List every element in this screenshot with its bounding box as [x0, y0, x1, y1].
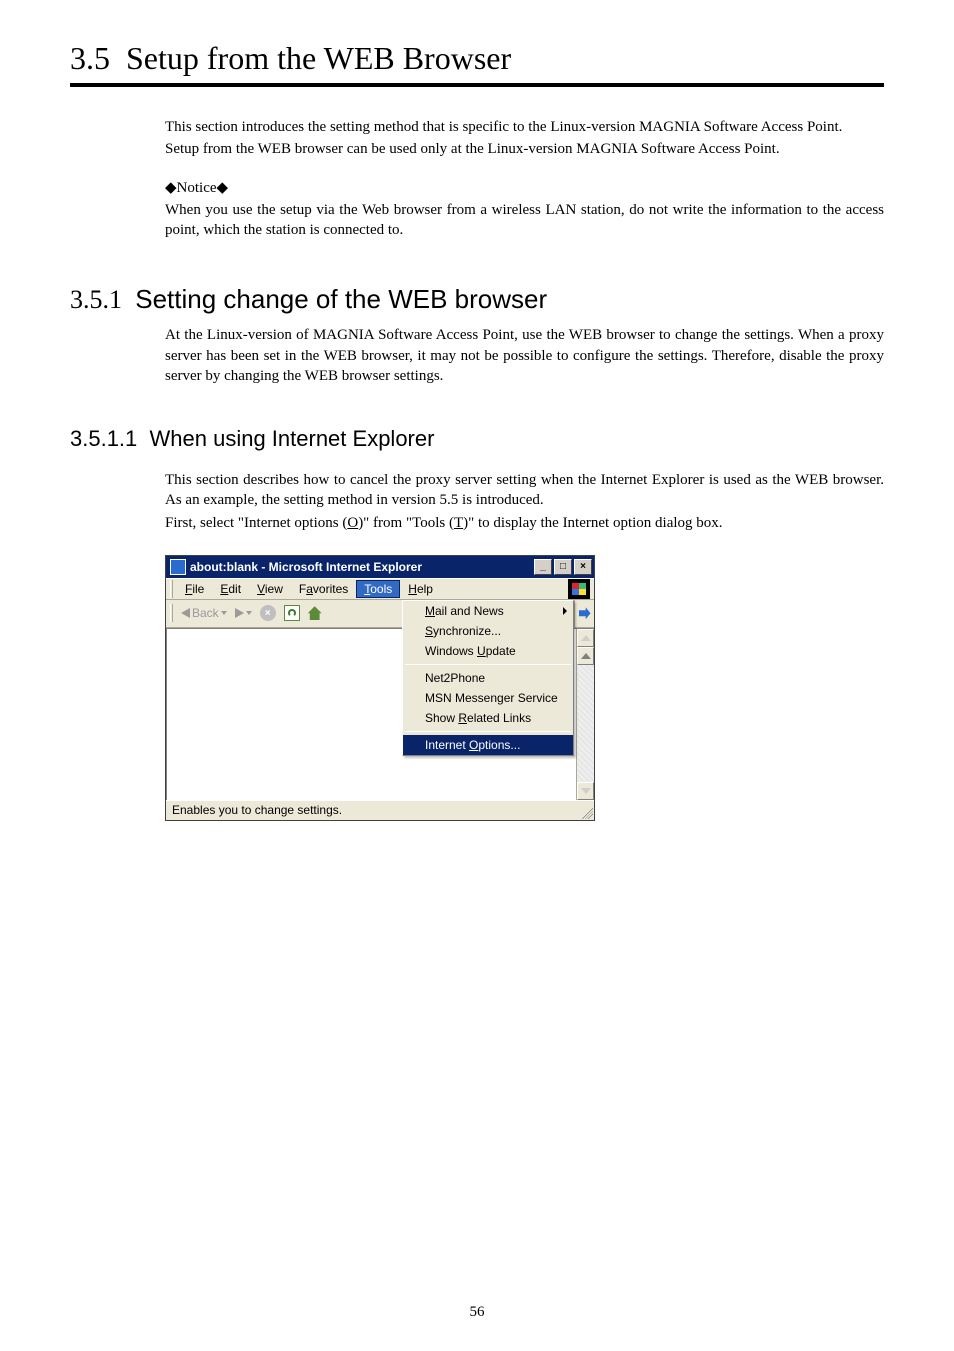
subsection-number: 3.5.1 [70, 285, 122, 314]
ie-titlebar[interactable]: about:blank - Microsoft Internet Explore… [166, 556, 594, 578]
subsubsection-3-5-1-1: 3.5.1.1 When using Internet Explorer [70, 426, 884, 452]
intro-p2: Setup from the WEB browser can be used o… [165, 139, 884, 159]
sub1-p1: At the Linux-version of MAGNIA Software … [165, 325, 884, 386]
arrow-left-icon [181, 608, 190, 618]
toolbar-grip-icon[interactable] [170, 604, 173, 622]
chevron-down-icon [221, 611, 227, 615]
sub2-body: This section describes how to cancel the… [165, 470, 884, 533]
triangle-down-icon [581, 788, 591, 794]
sub1-body: At the Linux-version of MAGNIA Software … [165, 325, 884, 386]
ie-statusbar: Enables you to change settings. [166, 800, 594, 820]
subsection-3-5-1: 3.5.1 Setting change of the WEB browser [70, 284, 884, 315]
back-label: Back [192, 606, 219, 620]
scroll-down-button[interactable] [577, 782, 594, 800]
vertical-scrollbar[interactable] [576, 629, 594, 800]
menu-edit[interactable]: Edit [212, 580, 249, 598]
menu-favorites[interactable]: Favorites [291, 580, 356, 598]
go-button[interactable] [574, 600, 594, 627]
arrow-right-icon [235, 608, 244, 618]
windows-flag-icon [572, 583, 586, 595]
ie-toolbar: Back × Mail and News [166, 600, 594, 628]
subsubsection-heading-text: When using Internet Explorer [150, 426, 435, 451]
chevron-down-icon [246, 611, 252, 615]
menu-msn-messenger[interactable]: MSN Messenger Service [403, 688, 573, 708]
menu-separator [405, 664, 571, 665]
menu-help[interactable]: Help [400, 580, 441, 598]
subsubsection-number: 3.5.1.1 [70, 426, 137, 451]
triangle-up-icon [581, 635, 591, 641]
scroll-up-button-2[interactable] [577, 647, 594, 665]
ie-title-text: about:blank - Microsoft Internet Explore… [190, 560, 534, 574]
stop-icon: × [260, 605, 276, 621]
tools-dropdown: Mail and News Synchronize... Windows Upd… [402, 600, 574, 756]
refresh-icon [284, 605, 300, 621]
menu-synchronize[interactable]: Synchronize... [403, 621, 573, 641]
submenu-caret-icon [563, 607, 567, 615]
menu-tools[interactable]: Tools [356, 580, 400, 598]
menu-mail-and-news[interactable]: Mail and News [403, 601, 573, 621]
home-button[interactable] [304, 606, 326, 620]
ie-window: about:blank - Microsoft Internet Explore… [165, 555, 595, 821]
home-icon [308, 606, 322, 620]
menu-net2phone[interactable]: Net2Phone [403, 668, 573, 688]
intro-block: This section introduces the setting meth… [165, 117, 884, 240]
menu-windows-update[interactable]: Windows Update [403, 641, 573, 661]
subsection-heading-text: Setting change of the WEB browser [135, 284, 547, 314]
triangle-up-icon [581, 653, 591, 659]
close-button[interactable]: × [574, 559, 592, 575]
sub2-p2: First, select "Internet options (O)" fro… [165, 513, 884, 533]
menu-file[interactable]: File [177, 580, 212, 598]
scrollbar-track[interactable] [577, 665, 594, 782]
resize-grip-icon[interactable] [579, 805, 593, 819]
section-number: 3.5 [70, 40, 110, 76]
intro-p1: This section introduces the setting meth… [165, 117, 884, 137]
status-text: Enables you to change settings. [172, 803, 342, 817]
minimize-button[interactable]: _ [534, 559, 552, 575]
page-number: 56 [0, 1304, 954, 1321]
sub2-p1: This section describes how to cancel the… [165, 470, 884, 511]
notice-label: ◆Notice◆ [165, 178, 884, 198]
menu-view[interactable]: View [249, 580, 291, 598]
forward-button[interactable] [231, 608, 256, 618]
ie-menubar: File Edit View Favorites Tools Help [166, 578, 594, 600]
ie-screenshot: about:blank - Microsoft Internet Explore… [165, 555, 884, 821]
notice-text: When you use the setup via the Web brows… [165, 200, 884, 241]
go-arrow-icon [579, 607, 591, 619]
menu-separator [405, 731, 571, 732]
stop-button[interactable]: × [256, 605, 280, 621]
menu-internet-options[interactable]: Internet Options... [403, 735, 573, 755]
section-title: 3.5 Setup from the WEB Browser [70, 40, 884, 87]
ie-app-icon [170, 559, 186, 575]
back-button[interactable]: Back [177, 606, 231, 620]
section-heading-text: Setup from the WEB Browser [126, 40, 511, 76]
ie-brand-logo [568, 579, 590, 599]
menubar-grip-icon[interactable] [170, 580, 173, 598]
refresh-button[interactable] [280, 605, 304, 621]
maximize-button[interactable]: □ [554, 559, 572, 575]
menu-show-related-links[interactable]: Show Related Links [403, 708, 573, 728]
scroll-up-button[interactable] [577, 629, 594, 647]
